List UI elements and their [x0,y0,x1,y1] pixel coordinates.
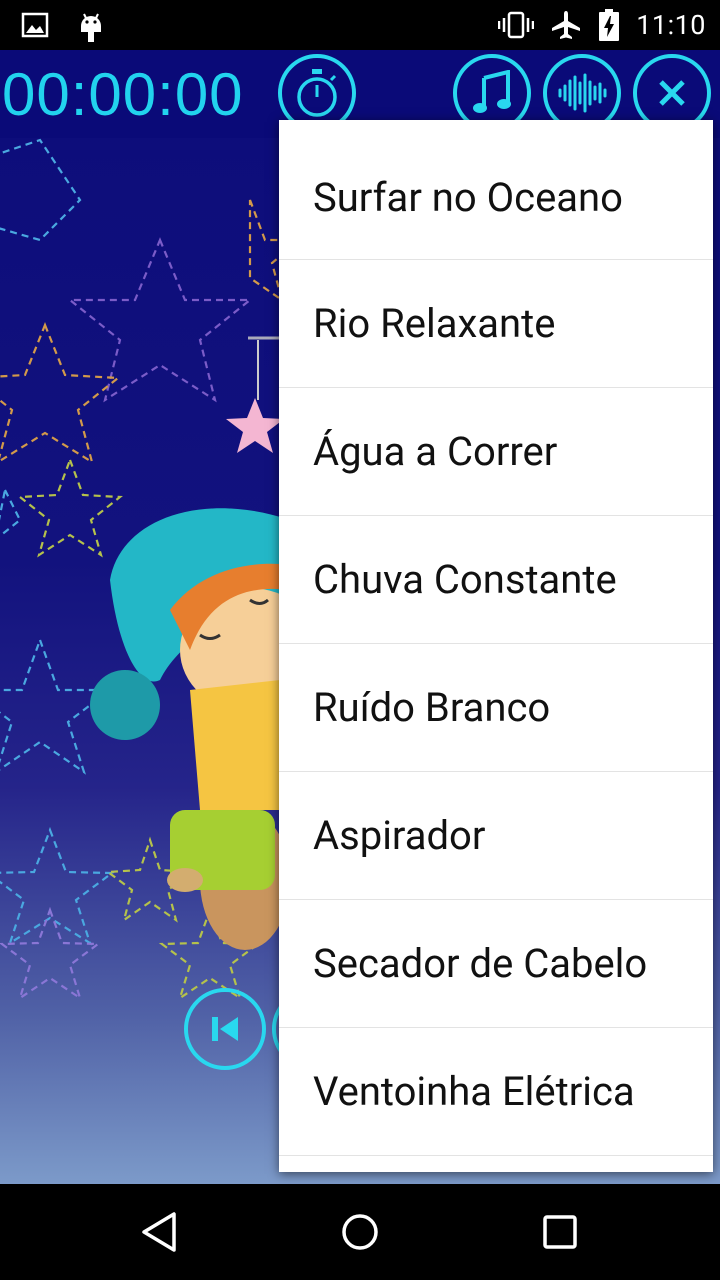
stopwatch-icon [297,69,337,117]
close-icon [659,80,685,106]
recents-icon[interactable] [536,1208,584,1256]
star-decoration [0,486,22,538]
back-icon[interactable] [136,1208,184,1256]
app-screen: 00:00:00 Surfar no Oceano Rio Relaxante … [0,50,720,1184]
star-decoration [0,138,82,242]
status-time: 11:10 [636,9,706,41]
sound-wave-icon [558,73,607,113]
status-bar: 11:10 [0,0,720,50]
music-note-icon [473,70,511,113]
sound-selection-menu: Surfar no Oceano Rio Relaxante Água a Co… [279,120,713,1172]
home-icon[interactable] [336,1208,384,1256]
menu-item-aspirador[interactable]: Aspirador [279,772,713,900]
previous-track-button[interactable] [184,988,266,1070]
menu-item-ruido-branco[interactable]: Ruído Branco [279,644,713,772]
hanging-star [226,398,284,453]
menu-item-chuva-constante[interactable]: Chuva Constante [279,516,713,644]
menu-item-agua-a-correr[interactable]: Água a Correr [279,388,713,516]
menu-item-secador-de-cabelo[interactable]: Secador de Cabelo [279,900,713,1028]
vibrate-icon [498,11,535,39]
star-decoration [17,456,123,558]
battery-charging-icon [599,9,620,41]
menu-item-ventoinha-eletrica[interactable]: Ventoinha Elétrica [279,1028,713,1156]
image-icon [21,12,49,38]
menu-item-rio-relaxante[interactable]: Rio Relaxante [279,260,713,388]
timer-display: 00:00:00 [2,61,244,128]
menu-item-surfar-no-oceano[interactable]: Surfar no Oceano [279,120,713,260]
skip-previous-icon [212,1017,238,1041]
navigation-bar [0,1184,720,1280]
star-decoration [0,322,121,465]
android-icon [81,13,101,42]
airplane-icon [552,11,581,39]
